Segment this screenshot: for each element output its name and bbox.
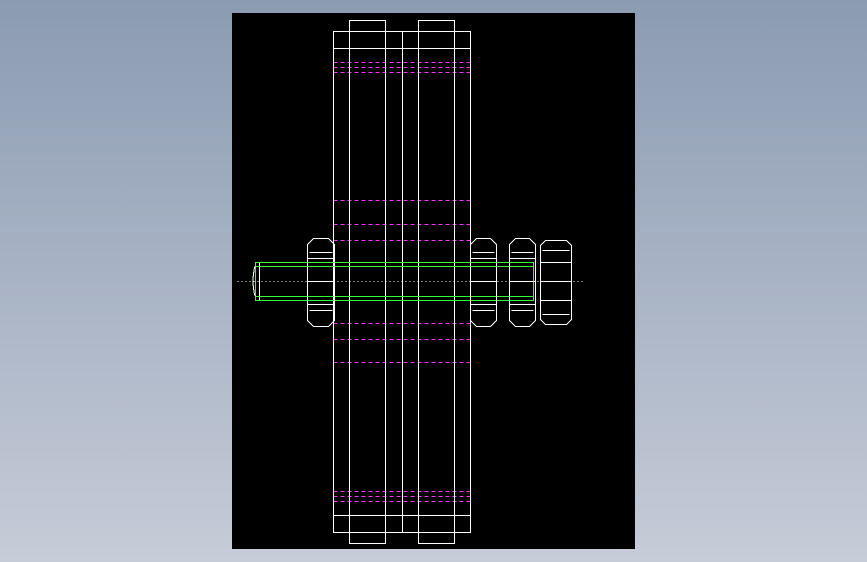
hex-nut-right-2 <box>509 238 536 327</box>
hex-nut-left <box>307 238 335 327</box>
hex-nuts <box>307 238 572 327</box>
bolt-head <box>540 240 572 325</box>
hex-nut-right-1-outline <box>470 238 497 327</box>
pulley-left-outline <box>349 20 386 544</box>
hex-nut-right-1 <box>470 238 497 327</box>
hex-nut-right-2-outline <box>509 238 536 327</box>
bolt-head-outline <box>540 240 572 325</box>
cad-drawing <box>237 20 586 544</box>
hex-nut-left-outline <box>307 238 335 327</box>
pulley-right-outline <box>418 20 455 544</box>
drawing-sheet <box>232 13 635 549</box>
